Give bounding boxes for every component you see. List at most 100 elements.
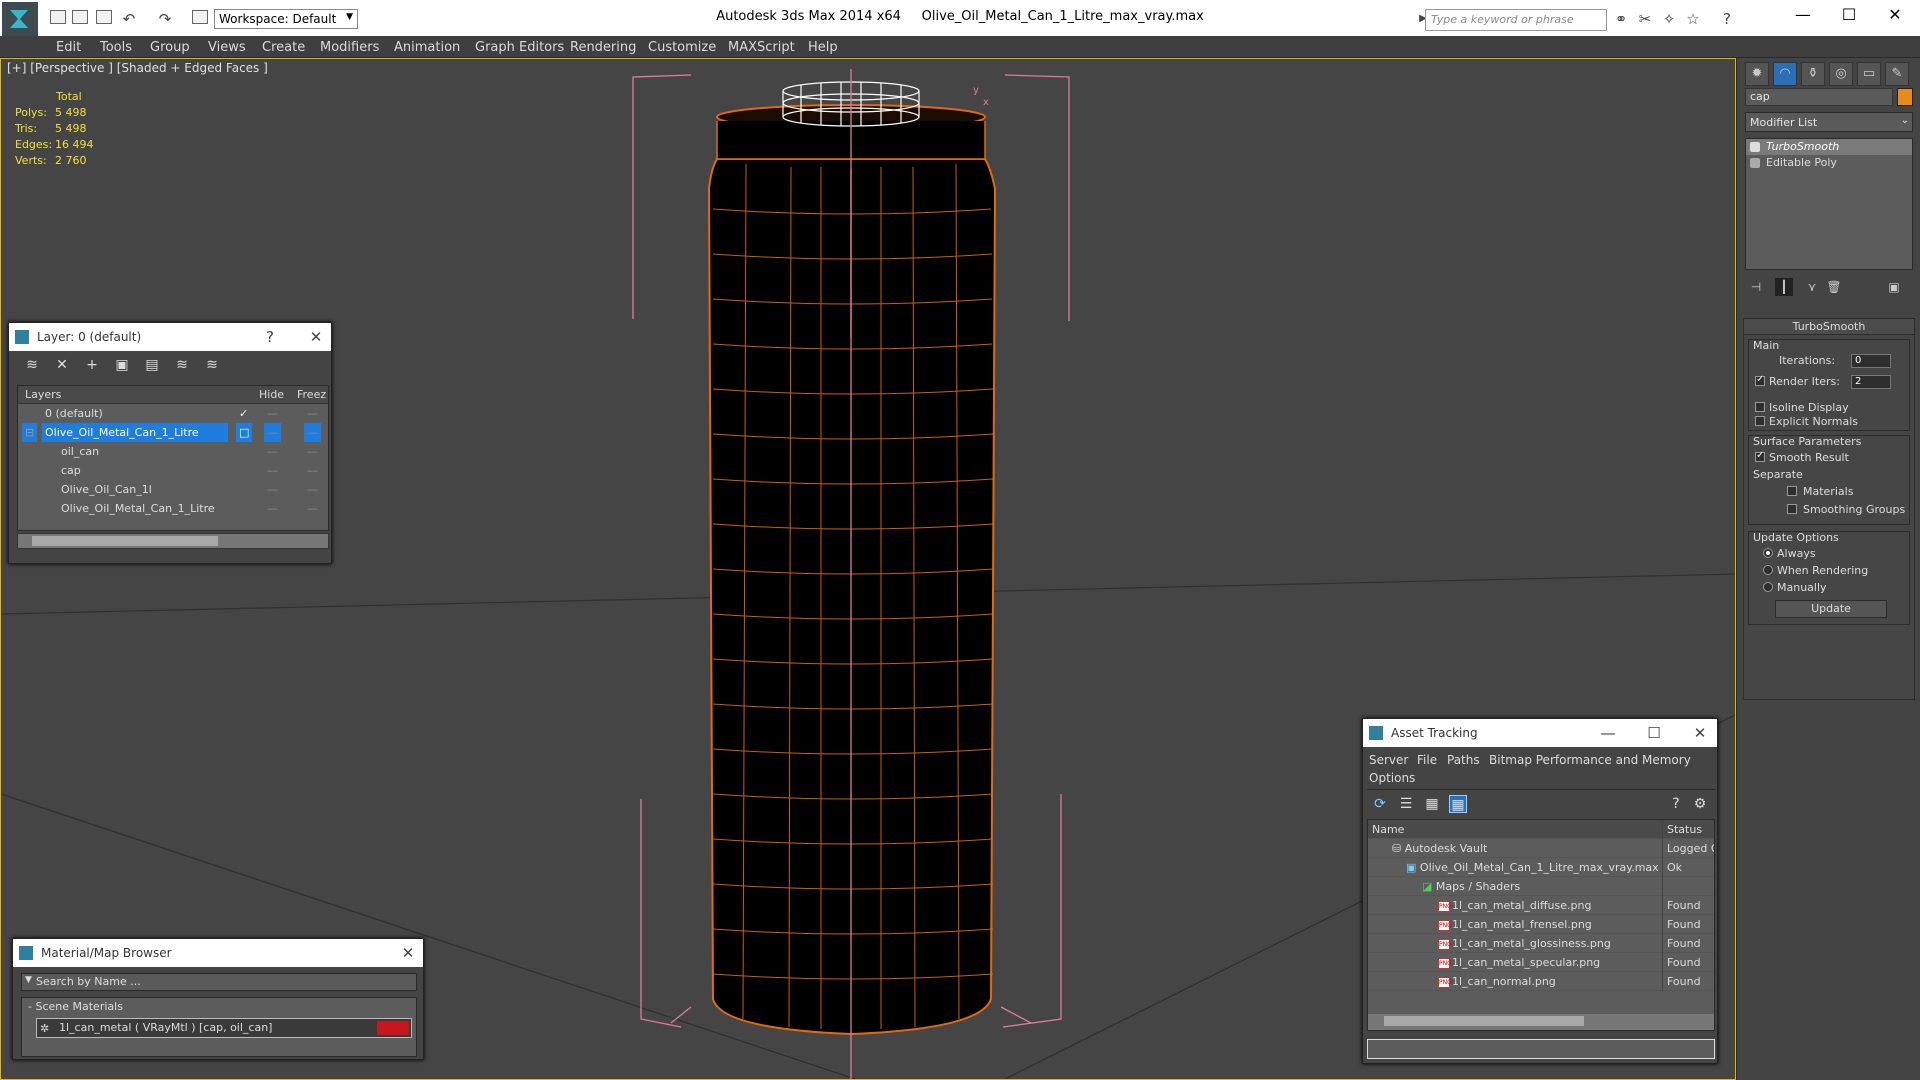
display-tab-icon[interactable]: ▭ — [1857, 62, 1881, 86]
tools-icon[interactable]: ✂ — [1636, 10, 1654, 28]
asset-path-field[interactable] — [1367, 1039, 1715, 1059]
help-icon[interactable]: ? — [259, 323, 281, 351]
hide-toggle[interactable]: — — [264, 461, 281, 480]
layer-row[interactable]: ⊟ Olive_Oil_Metal_Can_1_Litre □ — — — [18, 423, 328, 442]
viewport-label-menu[interactable]: [+] [Perspective ] [Shaded + Edged Faces… — [7, 61, 268, 75]
asset-row[interactable]: PNG1l_can_metal_glossiness.png Found — [1368, 934, 1714, 953]
favorites-star-icon[interactable]: ☆ — [1684, 10, 1702, 28]
menu-animation[interactable]: Animation — [394, 40, 460, 55]
freeze-toggle[interactable]: — — [304, 461, 321, 480]
scrollbar-thumb[interactable] — [32, 536, 218, 546]
help-icon[interactable]: ? — [1718, 10, 1736, 28]
freeze-toggle[interactable]: — — [304, 499, 321, 518]
freeze-toggle[interactable]: — — [304, 480, 321, 499]
keyword-search-input[interactable]: Type a keyword or phrase — [1425, 9, 1607, 31]
close-icon[interactable]: ✕ — [1689, 719, 1711, 747]
active-layer-check-icon[interactable]: ✓ — [236, 404, 251, 423]
freeze-toggle[interactable]: — — [304, 423, 321, 442]
layers-icon[interactable]: ≋ — [23, 356, 41, 374]
communication-icon[interactable]: ✧ — [1660, 10, 1678, 28]
scrollbar-thumb[interactable] — [1384, 1016, 1584, 1026]
menu-tools[interactable]: Tools — [100, 40, 132, 55]
oil-can-mesh[interactable] — [707, 104, 997, 1036]
stack-item-turbosmooth[interactable]: TurboSmooth — [1746, 139, 1912, 155]
object-row[interactable]: oil_can — — — [18, 442, 328, 461]
freeze-toggle[interactable]: — — [304, 442, 321, 461]
lightbulb-icon[interactable] — [1750, 142, 1760, 152]
when-rendering-radio[interactable] — [1763, 565, 1773, 575]
expand-icon[interactable] — [1750, 158, 1760, 168]
configure-sets-icon[interactable]: ▣ — [1885, 278, 1903, 296]
hierarchy-tab-icon[interactable]: ⚱ — [1801, 62, 1825, 86]
menu-rendering[interactable]: Rendering — [570, 40, 636, 55]
col-status[interactable]: Status — [1662, 820, 1714, 839]
settings-icon[interactable]: ⚙ — [1691, 795, 1709, 813]
hide-toggle[interactable]: — — [264, 442, 281, 461]
asset-row[interactable]: PNG1l_can_metal_diffuse.png Found — [1368, 896, 1714, 915]
at-menu-options[interactable]: Options — [1369, 771, 1415, 785]
freeze-toggle[interactable]: — — [304, 404, 321, 423]
modify-tab-icon[interactable]: ◠ — [1773, 62, 1797, 86]
table-view-icon[interactable]: ▦ — [1449, 795, 1467, 813]
hide-toggle[interactable]: — — [264, 499, 281, 518]
material-search-input[interactable]: ▼ Search by Name ... — [21, 973, 417, 991]
smoothing-groups-checkbox[interactable] — [1787, 504, 1797, 514]
delete-layer-icon[interactable]: ✕ — [53, 356, 71, 374]
smooth-result-checkbox[interactable] — [1755, 450, 1765, 462]
always-radio[interactable] — [1763, 548, 1773, 558]
freeze-all-icon[interactable]: ≋ — [203, 356, 221, 374]
create-tab-icon[interactable]: ✹ — [1745, 62, 1769, 86]
hide-all-icon[interactable]: ≋ — [173, 356, 191, 374]
menu-help[interactable]: Help — [808, 40, 838, 55]
select-objects-icon[interactable]: ▣ — [113, 356, 131, 374]
maximize-button[interactable]: ☐ — [1826, 0, 1872, 32]
layer-row[interactable]: 0 (default) ✓ — — — [18, 404, 328, 423]
object-color-swatch[interactable] — [1897, 88, 1913, 106]
at-menu-paths[interactable]: Paths — [1447, 753, 1480, 767]
motion-tab-icon[interactable]: ◎ — [1829, 62, 1853, 86]
isoline-display-checkbox[interactable] — [1755, 402, 1765, 412]
at-menu-server[interactable]: Server — [1369, 753, 1408, 767]
highlight-layer-icon[interactable]: ▤ — [143, 356, 161, 374]
pin-stack-icon[interactable]: ⊣ — [1747, 278, 1765, 296]
asset-row[interactable]: ◪ Maps / Shaders — [1368, 877, 1714, 896]
material-item[interactable]: ✲ 1l_can_metal ( VRayMtl ) [cap, oil_can… — [36, 1018, 412, 1038]
asset-row[interactable]: PNG1l_can_normal.png Found — [1368, 972, 1714, 991]
maximize-icon[interactable]: ☐ — [1643, 719, 1665, 747]
asset-row[interactable]: ▣ Olive_Oil_Metal_Can_1_Litre_max_vray.m… — [1368, 858, 1714, 877]
add-layer-icon[interactable]: + — [83, 356, 101, 374]
col-name[interactable]: Name — [1372, 820, 1404, 839]
detail-view-icon[interactable]: ▦ — [1423, 795, 1441, 813]
layer-window-titlebar[interactable]: Layer: 0 (default) ? ✕ — [9, 323, 331, 351]
menu-customize[interactable]: Customize — [648, 40, 716, 55]
make-unique-icon[interactable]: ⋎ — [1803, 278, 1821, 296]
render-iters-checkbox[interactable] — [1755, 374, 1765, 386]
menu-graph-editors[interactable]: Graph Editors — [475, 40, 564, 55]
asset-row[interactable]: ⛁ Autodesk Vault Logged Out — [1368, 839, 1714, 858]
hide-toggle[interactable]: — — [264, 423, 281, 442]
close-icon[interactable]: ✕ — [397, 939, 419, 967]
hide-toggle[interactable]: — — [264, 480, 281, 499]
menu-views[interactable]: Views — [208, 40, 246, 55]
menu-maxscript[interactable]: MAXScript — [728, 40, 795, 55]
menu-group[interactable]: Group — [150, 40, 190, 55]
close-icon[interactable]: ✕ — [305, 323, 327, 351]
horizontal-scrollbar[interactable] — [1368, 1014, 1714, 1030]
horizontal-scrollbar[interactable] — [17, 533, 329, 549]
search-options-icon[interactable]: ▼ — [25, 975, 32, 985]
explicit-normals-checkbox[interactable] — [1755, 416, 1765, 426]
asset-tracking-titlebar[interactable]: Asset Tracking — ☐ ✕ — [1363, 719, 1717, 747]
show-end-result-icon[interactable]: ┃ — [1775, 278, 1793, 296]
object-row[interactable]: Olive_Oil_Can_1l — — — [18, 480, 328, 499]
modifier-list-dropdown[interactable]: Modifier List ⌄ — [1745, 112, 1913, 132]
remove-modifier-icon[interactable]: 🗑 — [1825, 278, 1843, 296]
materials-checkbox[interactable] — [1787, 486, 1797, 496]
make-active-icon[interactable]: □ — [236, 423, 253, 442]
at-menu-file[interactable]: File — [1417, 753, 1437, 767]
binoculars-icon[interactable]: ⚭ — [1612, 10, 1630, 28]
object-row[interactable]: Olive_Oil_Metal_Can_1_Litre — — — [18, 499, 328, 518]
asset-row[interactable]: PNG1l_can_metal_frensel.png Found — [1368, 915, 1714, 934]
menu-create[interactable]: Create — [262, 40, 305, 55]
asset-row[interactable]: PNG1l_can_metal_specular.png Found — [1368, 953, 1714, 972]
collapse-icon[interactable]: ⊟ — [22, 423, 38, 442]
